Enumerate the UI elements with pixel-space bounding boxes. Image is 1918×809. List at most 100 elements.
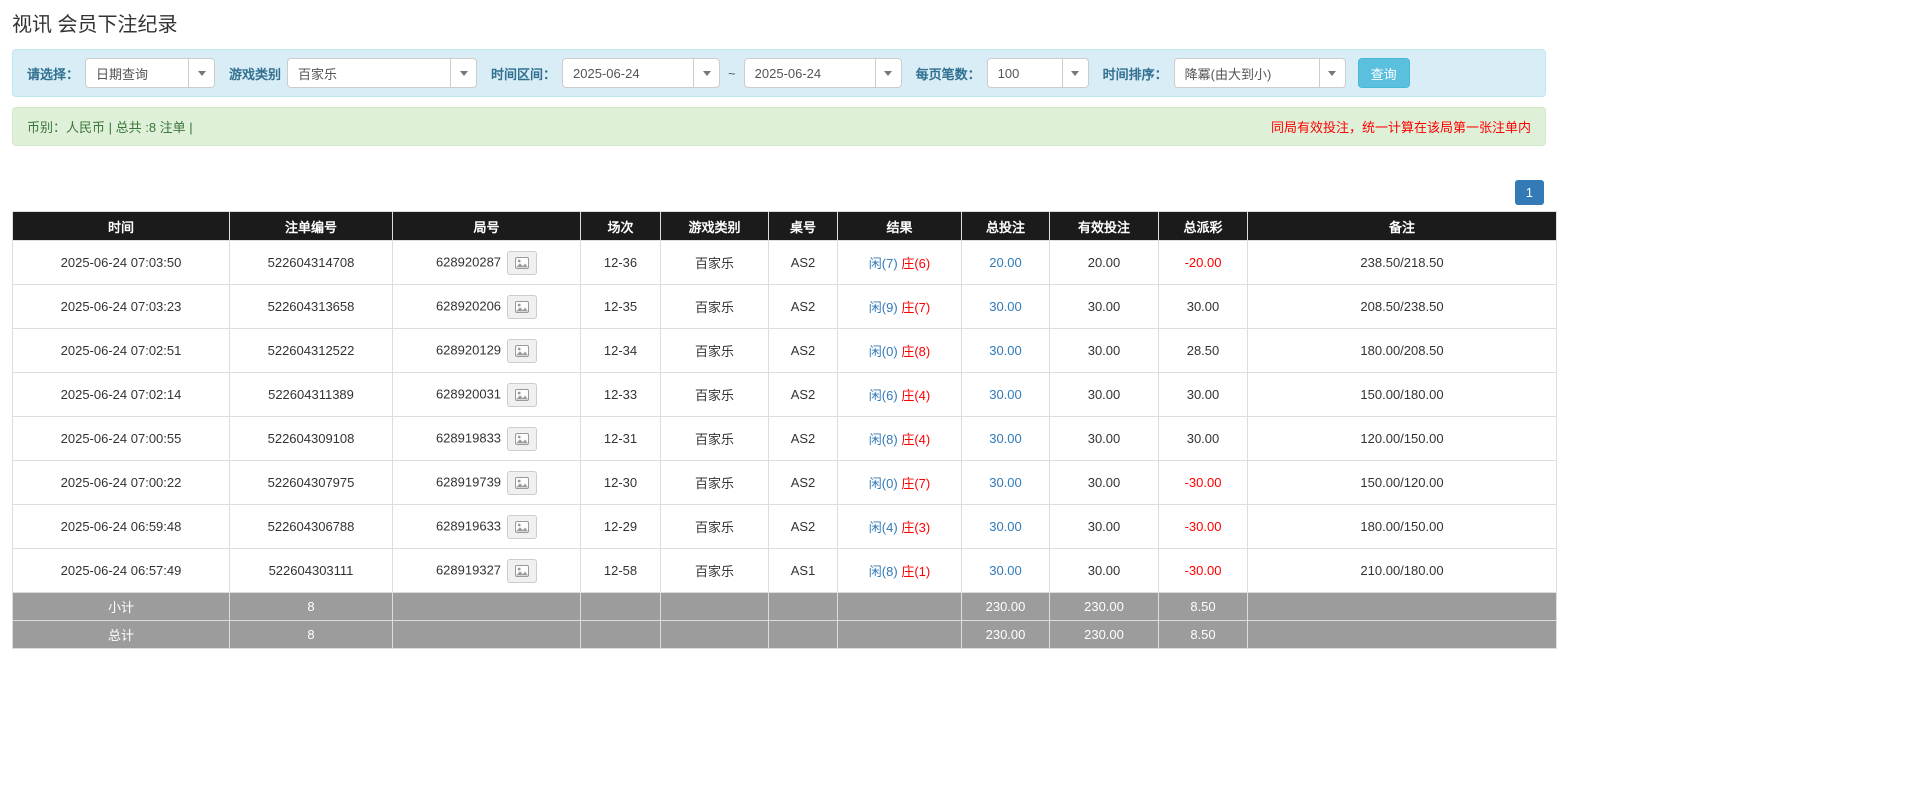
column-header: 总派彩: [1158, 211, 1248, 241]
round-id: 628920206: [435, 297, 502, 313]
round-image-icon[interactable]: [507, 338, 538, 363]
result-player: 闲(8): [868, 432, 898, 447]
cell-remark: 150.00/120.00: [1247, 460, 1557, 505]
chevron-down-icon[interactable]: [450, 59, 476, 87]
cell-round-id: 628920287: [392, 240, 581, 285]
cell-bet-id: 522604303111: [229, 548, 393, 593]
cell-bet-id: 522604307975: [229, 460, 393, 505]
round-image-icon[interactable]: [507, 470, 538, 495]
chevron-down-icon[interactable]: [1061, 59, 1088, 87]
empty-cell: [1247, 620, 1557, 649]
date-to-select[interactable]: 2025-06-24: [743, 58, 902, 88]
result-player: 闲(7): [868, 256, 898, 271]
date-to-value: 2025-06-24: [754, 65, 822, 81]
chevron-down-icon: [197, 70, 206, 76]
round-id: 628920129: [435, 341, 502, 357]
date-from-select[interactable]: 2025-06-24: [562, 58, 721, 88]
total-bet-link[interactable]: 20.00: [989, 255, 1022, 270]
round-image-icon[interactable]: [507, 250, 538, 275]
round-image-icon[interactable]: [507, 294, 538, 319]
round-image-icon[interactable]: [507, 426, 538, 451]
cell-total-bet: 30.00: [961, 328, 1050, 373]
chevron-down-icon[interactable]: [1318, 59, 1345, 87]
time-range-label: 时间区间：: [491, 66, 557, 82]
page-size-select[interactable]: 100: [986, 58, 1089, 88]
chevron-down-icon[interactable]: [693, 59, 719, 87]
page-size-value: 100: [997, 65, 1020, 81]
empty-cell: [837, 620, 962, 649]
total-total-bet: 230.00: [961, 620, 1050, 649]
date-separator: ~: [728, 65, 736, 81]
cell-bet-id: 522604314708: [229, 240, 393, 285]
table-row: 2025-06-24 06:57:49 522604303111 628919327…: [12, 548, 1557, 593]
date-from-value: 2025-06-24: [573, 65, 640, 81]
page-1-button[interactable]: 1: [1514, 180, 1544, 205]
result-banker: 庄(8): [901, 344, 931, 359]
chevron-down-icon: [884, 70, 893, 76]
cell-valid-bet: 30.00: [1049, 548, 1159, 593]
result-player: 闲(6): [868, 388, 898, 403]
cell-table-no: AS2: [768, 416, 838, 461]
cell-game-type: 百家乐: [660, 416, 769, 461]
summary-text: 币别：人民币 | 总共 :8 注单 |: [27, 120, 193, 135]
subtotal-label: 小计: [12, 592, 230, 621]
table-footer: 小计 8 230.00 230.00 8.50 总计 8 230.00 230.…: [12, 592, 1557, 649]
cell-remark: 180.00/150.00: [1247, 504, 1557, 549]
sort-order-select[interactable]: 降冪(由大到小): [1173, 58, 1346, 88]
cell-round-id: 628919833: [392, 416, 581, 461]
total-bet-link[interactable]: 30.00: [989, 431, 1022, 446]
total-bet-link[interactable]: 30.00: [989, 475, 1022, 490]
table-row: 2025-06-24 06:59:48 522604306788 628919633…: [12, 504, 1557, 549]
cell-game-type: 百家乐: [660, 504, 769, 549]
cell-session: 12-33: [580, 372, 661, 417]
cell-bet-id: 522604311389: [229, 372, 393, 417]
game-type-select[interactable]: 百家乐: [287, 58, 478, 88]
page-title: 视讯 会员下注纪录: [12, 14, 178, 36]
cell-total-bet: 20.00: [961, 240, 1050, 285]
sort-order-label: 时间排序：: [1102, 66, 1168, 82]
cell-time: 2025-06-24 07:00:55: [12, 416, 230, 461]
cell-game-type: 百家乐: [660, 372, 769, 417]
round-image-icon[interactable]: [507, 558, 538, 583]
round-image-icon[interactable]: [507, 514, 538, 539]
cell-table-no: AS2: [768, 504, 838, 549]
cell-payout: -30.00: [1158, 548, 1248, 593]
cell-table-no: AS2: [768, 284, 838, 329]
round-id: 628920031: [435, 385, 502, 401]
chevron-down-icon[interactable]: [874, 59, 901, 87]
total-bet-link[interactable]: 30.00: [989, 519, 1022, 534]
table-row: 2025-06-24 07:02:51 522604312522 628920129…: [12, 328, 1557, 373]
total-bet-link[interactable]: 30.00: [989, 387, 1022, 402]
cell-valid-bet: 30.00: [1049, 416, 1159, 461]
result-player: 闲(0): [868, 476, 898, 491]
cell-valid-bet: 30.00: [1049, 460, 1159, 505]
chevron-down-icon[interactable]: [188, 59, 214, 87]
chevron-down-icon: [1071, 70, 1080, 76]
cell-table-no: AS2: [768, 372, 838, 417]
query-type-select[interactable]: 日期查询: [85, 58, 216, 88]
cell-result: 闲(9) 庄(7): [837, 284, 962, 329]
round-image-icon[interactable]: [507, 382, 538, 407]
cell-table-no: AS2: [768, 328, 838, 373]
search-button[interactable]: 查询: [1357, 58, 1410, 88]
cell-remark: 210.00/180.00: [1247, 548, 1557, 593]
cell-session: 12-58: [580, 548, 661, 593]
cell-game-type: 百家乐: [660, 240, 769, 285]
total-bet-link[interactable]: 30.00: [989, 343, 1022, 358]
total-bet-link[interactable]: 30.00: [989, 299, 1022, 314]
column-header: 时间: [12, 211, 230, 241]
cell-total-bet: 30.00: [961, 284, 1050, 329]
cell-round-id: 628920031: [392, 372, 581, 417]
subtotal-payout: 8.50: [1158, 592, 1248, 621]
table-body: 2025-06-24 07:03:50 522604314708 628920287…: [12, 240, 1557, 593]
column-header: 桌号: [768, 211, 838, 241]
column-header: 总投注: [961, 211, 1050, 241]
cell-bet-id: 522604313658: [229, 284, 393, 329]
cell-table-no: AS1: [768, 548, 838, 593]
cell-round-id: 628920129: [392, 328, 581, 373]
total-bet-link[interactable]: 30.00: [989, 563, 1022, 578]
cell-time: 2025-06-24 07:03:23: [12, 284, 230, 329]
cell-remark: 180.00/208.50: [1247, 328, 1557, 373]
cell-table-no: AS2: [768, 460, 838, 505]
cell-valid-bet: 30.00: [1049, 372, 1159, 417]
